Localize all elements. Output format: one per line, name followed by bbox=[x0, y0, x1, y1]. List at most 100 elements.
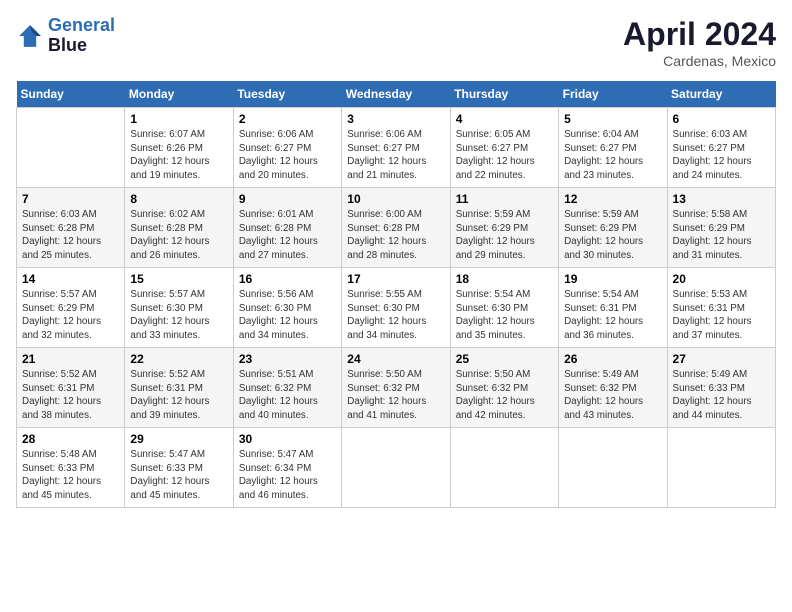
calendar-day-cell: 4Sunrise: 6:05 AM Sunset: 6:27 PM Daylig… bbox=[450, 108, 558, 188]
weekday-header-cell: Wednesday bbox=[342, 81, 450, 108]
day-number: 12 bbox=[564, 192, 661, 206]
calendar-day-cell: 7 Sunrise: 6:03 AM Sunset: 6:28 PM Daylig… bbox=[17, 188, 125, 268]
calendar-week-row: 14 Sunrise: 5:57 AM Sunset: 6:29 PM Dayli… bbox=[17, 268, 776, 348]
day-number: 27 bbox=[673, 352, 770, 366]
calendar-week-row: 28 Sunrise: 5:48 AM Sunset: 6:33 PM Dayli… bbox=[17, 428, 776, 508]
day-info: Sunrise: 5:52 AM Sunset: 6:31 PM Dayligh… bbox=[130, 368, 227, 423]
calendar-day-cell: 3 Sunrise: 6:06 AM Sunset: 6:27 PM Daylig… bbox=[342, 108, 450, 188]
calendar-day-cell: 12 Sunrise: 5:59 AM Sunset: 6:29 PM Dayli… bbox=[559, 188, 667, 268]
day-number: 21 bbox=[22, 352, 119, 366]
weekday-header-cell: Monday bbox=[125, 81, 233, 108]
day-number: 7 bbox=[22, 192, 119, 206]
day-number: 16 bbox=[239, 272, 336, 286]
calendar-day-cell: 22 Sunrise: 5:52 AM Sunset: 6:31 PM Dayli… bbox=[125, 348, 233, 428]
day-info: Sunrise: 6:03 AM Sunset: 6:28 PM Dayligh… bbox=[22, 208, 119, 263]
day-info: Sunrise: 5:49 AM Sunset: 6:33 PM Dayligh… bbox=[673, 368, 770, 423]
day-info: Sunrise: 5:54 AM Sunset: 6:30 PM Dayligh… bbox=[456, 288, 553, 343]
day-number: 28 bbox=[22, 432, 119, 446]
day-number: 3 bbox=[347, 112, 444, 126]
calendar-day-cell: 10 Sunrise: 6:00 AM Sunset: 6:28 PM Dayli… bbox=[342, 188, 450, 268]
day-number: 20 bbox=[673, 272, 770, 286]
day-number: 4 bbox=[456, 112, 553, 126]
day-info: Sunrise: 6:03 AM Sunset: 6:27 PM Dayligh… bbox=[673, 128, 770, 183]
day-number: 13 bbox=[673, 192, 770, 206]
calendar-day-cell: 1Sunrise: 6:07 AM Sunset: 6:26 PM Daylig… bbox=[125, 108, 233, 188]
calendar-day-cell: 5Sunrise: 6:04 AM Sunset: 6:27 PM Daylig… bbox=[559, 108, 667, 188]
calendar-day-cell: 14 Sunrise: 5:57 AM Sunset: 6:29 PM Dayli… bbox=[17, 268, 125, 348]
calendar-day-cell bbox=[667, 428, 775, 508]
day-info: Sunrise: 5:52 AM Sunset: 6:31 PM Dayligh… bbox=[22, 368, 119, 423]
calendar-day-cell: 25Sunrise: 5:50 AM Sunset: 6:32 PM Dayli… bbox=[450, 348, 558, 428]
calendar-body: 1Sunrise: 6:07 AM Sunset: 6:26 PM Daylig… bbox=[17, 108, 776, 508]
day-number: 1 bbox=[130, 112, 227, 126]
calendar-day-cell: 23Sunrise: 5:51 AM Sunset: 6:32 PM Dayli… bbox=[233, 348, 341, 428]
calendar-week-row: 21 Sunrise: 5:52 AM Sunset: 6:31 PM Dayli… bbox=[17, 348, 776, 428]
day-info: Sunrise: 5:50 AM Sunset: 6:32 PM Dayligh… bbox=[456, 368, 553, 423]
calendar-day-cell: 20Sunrise: 5:53 AM Sunset: 6:31 PM Dayli… bbox=[667, 268, 775, 348]
calendar-day-cell bbox=[559, 428, 667, 508]
day-number: 23 bbox=[239, 352, 336, 366]
location-subtitle: Cardenas, Mexico bbox=[623, 53, 776, 69]
day-info: Sunrise: 5:58 AM Sunset: 6:29 PM Dayligh… bbox=[673, 208, 770, 263]
calendar-day-cell: 21 Sunrise: 5:52 AM Sunset: 6:31 PM Dayli… bbox=[17, 348, 125, 428]
day-info: Sunrise: 6:01 AM Sunset: 6:28 PM Dayligh… bbox=[239, 208, 336, 263]
calendar-day-cell bbox=[17, 108, 125, 188]
day-info: Sunrise: 6:00 AM Sunset: 6:28 PM Dayligh… bbox=[347, 208, 444, 263]
day-info: Sunrise: 5:57 AM Sunset: 6:29 PM Dayligh… bbox=[22, 288, 119, 343]
weekday-header-cell: Friday bbox=[559, 81, 667, 108]
day-info: Sunrise: 6:06 AM Sunset: 6:27 PM Dayligh… bbox=[239, 128, 336, 183]
logo-text: General Blue bbox=[48, 16, 115, 56]
logo-icon bbox=[16, 22, 44, 50]
calendar-day-cell: 24 Sunrise: 5:50 AM Sunset: 6:32 PM Dayli… bbox=[342, 348, 450, 428]
month-year-title: April 2024 bbox=[623, 16, 776, 53]
title-block: April 2024 Cardenas, Mexico bbox=[623, 16, 776, 69]
weekday-header-row: SundayMondayTuesdayWednesdayThursdayFrid… bbox=[17, 81, 776, 108]
day-number: 10 bbox=[347, 192, 444, 206]
page-header: General Blue April 2024 Cardenas, Mexico bbox=[16, 16, 776, 69]
day-info: Sunrise: 5:59 AM Sunset: 6:29 PM Dayligh… bbox=[564, 208, 661, 263]
day-number: 5 bbox=[564, 112, 661, 126]
day-info: Sunrise: 6:06 AM Sunset: 6:27 PM Dayligh… bbox=[347, 128, 444, 183]
day-number: 22 bbox=[130, 352, 227, 366]
calendar-day-cell: 11 Sunrise: 5:59 AM Sunset: 6:29 PM Dayli… bbox=[450, 188, 558, 268]
calendar-day-cell: 19 Sunrise: 5:54 AM Sunset: 6:31 PM Dayli… bbox=[559, 268, 667, 348]
day-info: Sunrise: 5:47 AM Sunset: 6:34 PM Dayligh… bbox=[239, 448, 336, 503]
day-info: Sunrise: 6:02 AM Sunset: 6:28 PM Dayligh… bbox=[130, 208, 227, 263]
calendar-day-cell: 29Sunrise: 5:47 AM Sunset: 6:33 PM Dayli… bbox=[125, 428, 233, 508]
calendar-day-cell: 26 Sunrise: 5:49 AM Sunset: 6:32 PM Dayli… bbox=[559, 348, 667, 428]
weekday-header-cell: Tuesday bbox=[233, 81, 341, 108]
day-info: Sunrise: 5:48 AM Sunset: 6:33 PM Dayligh… bbox=[22, 448, 119, 503]
day-number: 2 bbox=[239, 112, 336, 126]
logo: General Blue bbox=[16, 16, 115, 56]
day-info: Sunrise: 5:57 AM Sunset: 6:30 PM Dayligh… bbox=[130, 288, 227, 343]
calendar-day-cell: 6 Sunrise: 6:03 AM Sunset: 6:27 PM Daylig… bbox=[667, 108, 775, 188]
day-number: 6 bbox=[673, 112, 770, 126]
day-number: 14 bbox=[22, 272, 119, 286]
day-number: 17 bbox=[347, 272, 444, 286]
day-number: 24 bbox=[347, 352, 444, 366]
calendar-day-cell: 9Sunrise: 6:01 AM Sunset: 6:28 PM Daylig… bbox=[233, 188, 341, 268]
day-info: Sunrise: 5:47 AM Sunset: 6:33 PM Dayligh… bbox=[130, 448, 227, 503]
day-number: 19 bbox=[564, 272, 661, 286]
calendar-week-row: 7 Sunrise: 6:03 AM Sunset: 6:28 PM Daylig… bbox=[17, 188, 776, 268]
calendar-day-cell: 2 Sunrise: 6:06 AM Sunset: 6:27 PM Daylig… bbox=[233, 108, 341, 188]
day-info: Sunrise: 5:49 AM Sunset: 6:32 PM Dayligh… bbox=[564, 368, 661, 423]
calendar-day-cell: 15Sunrise: 5:57 AM Sunset: 6:30 PM Dayli… bbox=[125, 268, 233, 348]
day-number: 30 bbox=[239, 432, 336, 446]
calendar-day-cell: 13 Sunrise: 5:58 AM Sunset: 6:29 PM Dayli… bbox=[667, 188, 775, 268]
day-info: Sunrise: 5:54 AM Sunset: 6:31 PM Dayligh… bbox=[564, 288, 661, 343]
day-number: 8 bbox=[130, 192, 227, 206]
day-info: Sunrise: 5:56 AM Sunset: 6:30 PM Dayligh… bbox=[239, 288, 336, 343]
day-number: 11 bbox=[456, 192, 553, 206]
calendar-day-cell: 30 Sunrise: 5:47 AM Sunset: 6:34 PM Dayli… bbox=[233, 428, 341, 508]
calendar-day-cell bbox=[342, 428, 450, 508]
calendar-week-row: 1Sunrise: 6:07 AM Sunset: 6:26 PM Daylig… bbox=[17, 108, 776, 188]
weekday-header-cell: Saturday bbox=[667, 81, 775, 108]
day-number: 18 bbox=[456, 272, 553, 286]
calendar-day-cell: 16 Sunrise: 5:56 AM Sunset: 6:30 PM Dayli… bbox=[233, 268, 341, 348]
day-number: 26 bbox=[564, 352, 661, 366]
calendar-day-cell bbox=[450, 428, 558, 508]
day-info: Sunrise: 5:50 AM Sunset: 6:32 PM Dayligh… bbox=[347, 368, 444, 423]
day-info: Sunrise: 5:59 AM Sunset: 6:29 PM Dayligh… bbox=[456, 208, 553, 263]
calendar-table: SundayMondayTuesdayWednesdayThursdayFrid… bbox=[16, 81, 776, 508]
